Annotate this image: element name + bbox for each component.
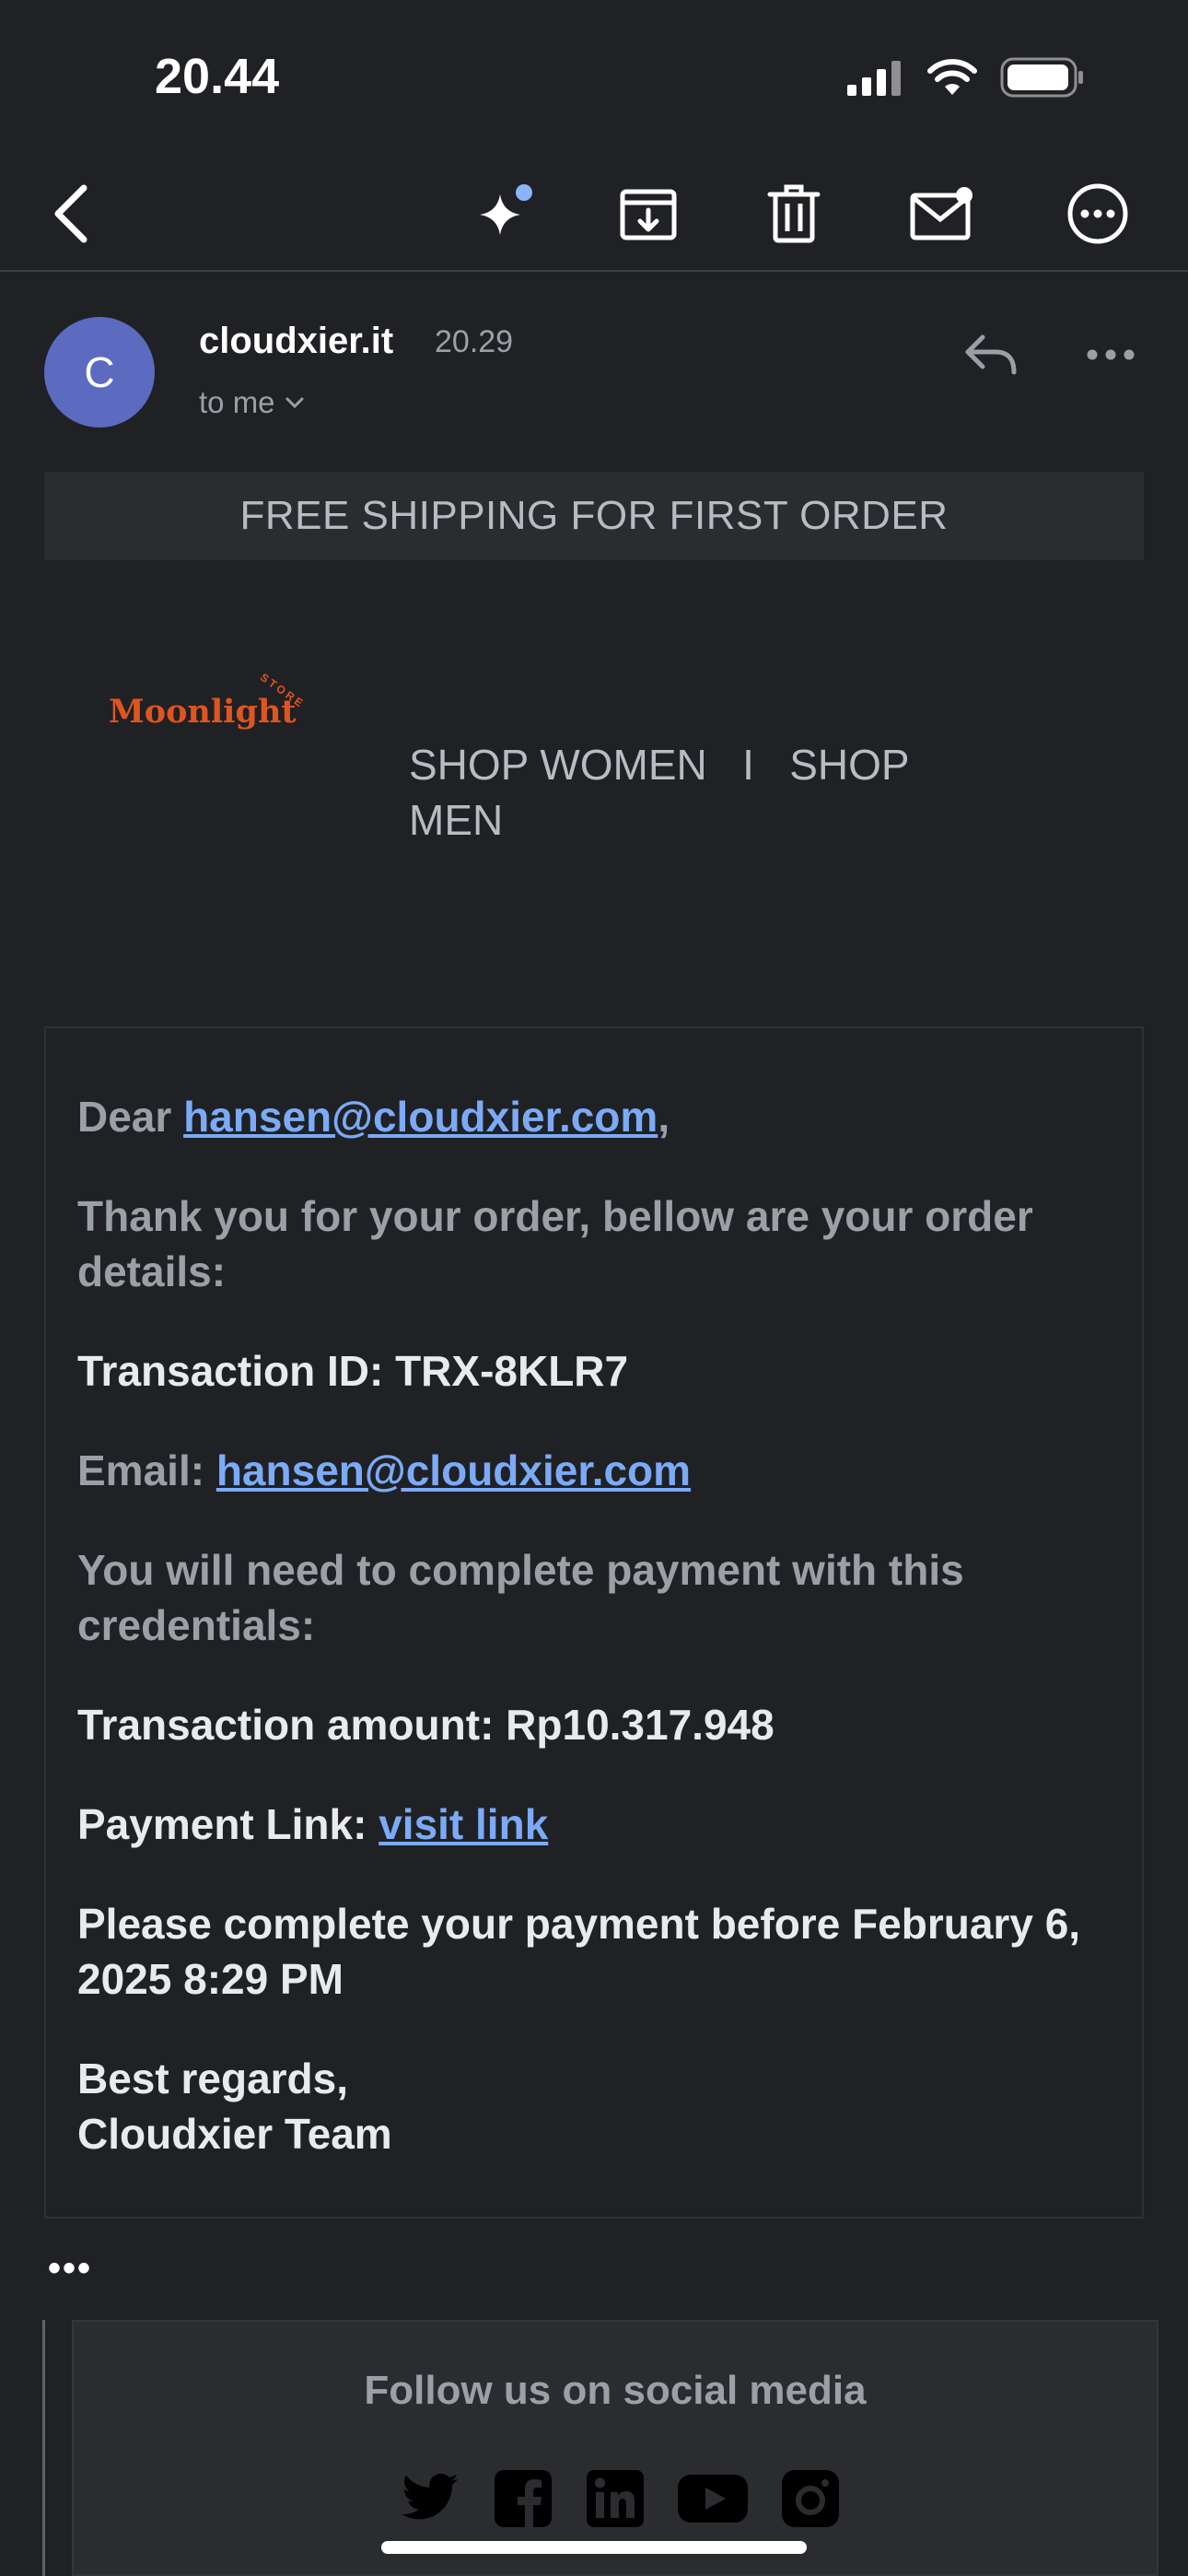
- transaction-id: Transaction ID: TRX-8KLR7: [77, 1347, 629, 1395]
- email-link[interactable]: hansen@cloudxier.com: [216, 1446, 691, 1494]
- greeting: Dear hansen@cloudxier.com,: [77, 1089, 1118, 1144]
- quote-bar: [42, 2320, 45, 2576]
- shop-nav: SHOP WOMEN I SHOP MEN: [409, 737, 998, 848]
- gemini-button[interactable]: [468, 177, 542, 251]
- twitter-icon: [402, 2473, 459, 2520]
- status-bar: 20.44: [0, 0, 1188, 147]
- recipient-toggle[interactable]: to me: [199, 385, 305, 420]
- cellular-signal-icon: [847, 61, 901, 96]
- payment-link-label: Payment Link:: [77, 1800, 379, 1848]
- facebook-icon: [495, 2470, 552, 2527]
- regards: Best regards,: [77, 2055, 349, 2102]
- recipient-label: to me: [199, 385, 275, 419]
- social-footer: Follow us on social media: [72, 2320, 1159, 2576]
- payment-note: You will need to complete payment with t…: [77, 1546, 964, 1649]
- instagram-link[interactable]: [781, 2469, 840, 2528]
- show-trimmed-content-button[interactable]: •••: [48, 2248, 92, 2289]
- youtube-icon: [678, 2475, 748, 2523]
- greeting-suffix: ,: [658, 1093, 670, 1141]
- greeting-email-link[interactable]: hansen@cloudxier.com: [183, 1093, 658, 1141]
- wifi-icon: [927, 59, 977, 95]
- sender-header: C cloudxier.it 20.29 to me: [0, 313, 1188, 442]
- reply-button[interactable]: [954, 322, 1028, 387]
- status-time: 20.44: [155, 49, 280, 104]
- logo-text: Moonlight: [109, 693, 297, 731]
- more-circle-icon: [1067, 183, 1128, 244]
- avatar[interactable]: C: [44, 317, 155, 427]
- more-options-button[interactable]: [1061, 177, 1135, 251]
- greeting-prefix: Dear: [77, 1093, 184, 1141]
- follow-heading: Follow us on social media: [364, 2368, 867, 2413]
- instagram-icon: [782, 2470, 839, 2527]
- twitter-link[interactable]: [402, 2469, 460, 2528]
- store-logo[interactable]: Moonlight STORE: [109, 671, 320, 744]
- free-shipping-banner: FREE SHIPPING FOR FIRST ORDER: [44, 472, 1144, 560]
- linkedin-icon: [587, 2470, 644, 2527]
- reply-icon: [965, 334, 1017, 375]
- more-horizontal-icon: [1087, 349, 1135, 360]
- youtube-link[interactable]: [678, 2469, 748, 2528]
- back-arrow-icon: [54, 184, 87, 243]
- shop-women-link[interactable]: SHOP WOMEN: [409, 741, 707, 789]
- order-details-card: Dear hansen@cloudxier.com, Thank you for…: [44, 1026, 1144, 2219]
- email-line: Email: hansen@cloudxier.com: [77, 1443, 1118, 1498]
- archive-icon: [620, 189, 677, 240]
- payment-link-line: Payment Link: visit link: [77, 1797, 1118, 1852]
- email-toolbar: [0, 157, 1188, 272]
- status-icons: [845, 57, 1085, 98]
- thanks-text: Thank you for your order, bellow are you…: [77, 1192, 1033, 1295]
- mark-unread-icon: [910, 187, 973, 240]
- sparkle-icon: [480, 184, 532, 235]
- payment-link[interactable]: visit link: [379, 1800, 548, 1848]
- message-more-button[interactable]: [1074, 322, 1147, 387]
- sender-name[interactable]: cloudxier.it: [199, 321, 393, 362]
- linkedin-link[interactable]: [586, 2469, 645, 2528]
- sender-time: 20.29: [435, 324, 514, 359]
- payment-deadline: Please complete your payment before Febr…: [77, 1900, 1081, 2003]
- home-indicator[interactable]: [381, 2541, 807, 2554]
- trash-icon: [767, 184, 821, 243]
- social-icons: [402, 2469, 840, 2528]
- battery-icon: [1000, 57, 1083, 98]
- chevron-down-icon: [285, 397, 304, 409]
- back-button[interactable]: [35, 177, 109, 251]
- mark-unread-button[interactable]: [906, 177, 980, 251]
- archive-button[interactable]: [611, 177, 685, 251]
- facebook-link[interactable]: [494, 2469, 553, 2528]
- team-signature: Cloudxier Team: [77, 2110, 392, 2158]
- delete-button[interactable]: [757, 177, 831, 251]
- email-label: Email:: [77, 1446, 216, 1494]
- nav-separator: I: [742, 741, 754, 789]
- transaction-amount: Transaction amount: Rp10.317.948: [77, 1701, 775, 1749]
